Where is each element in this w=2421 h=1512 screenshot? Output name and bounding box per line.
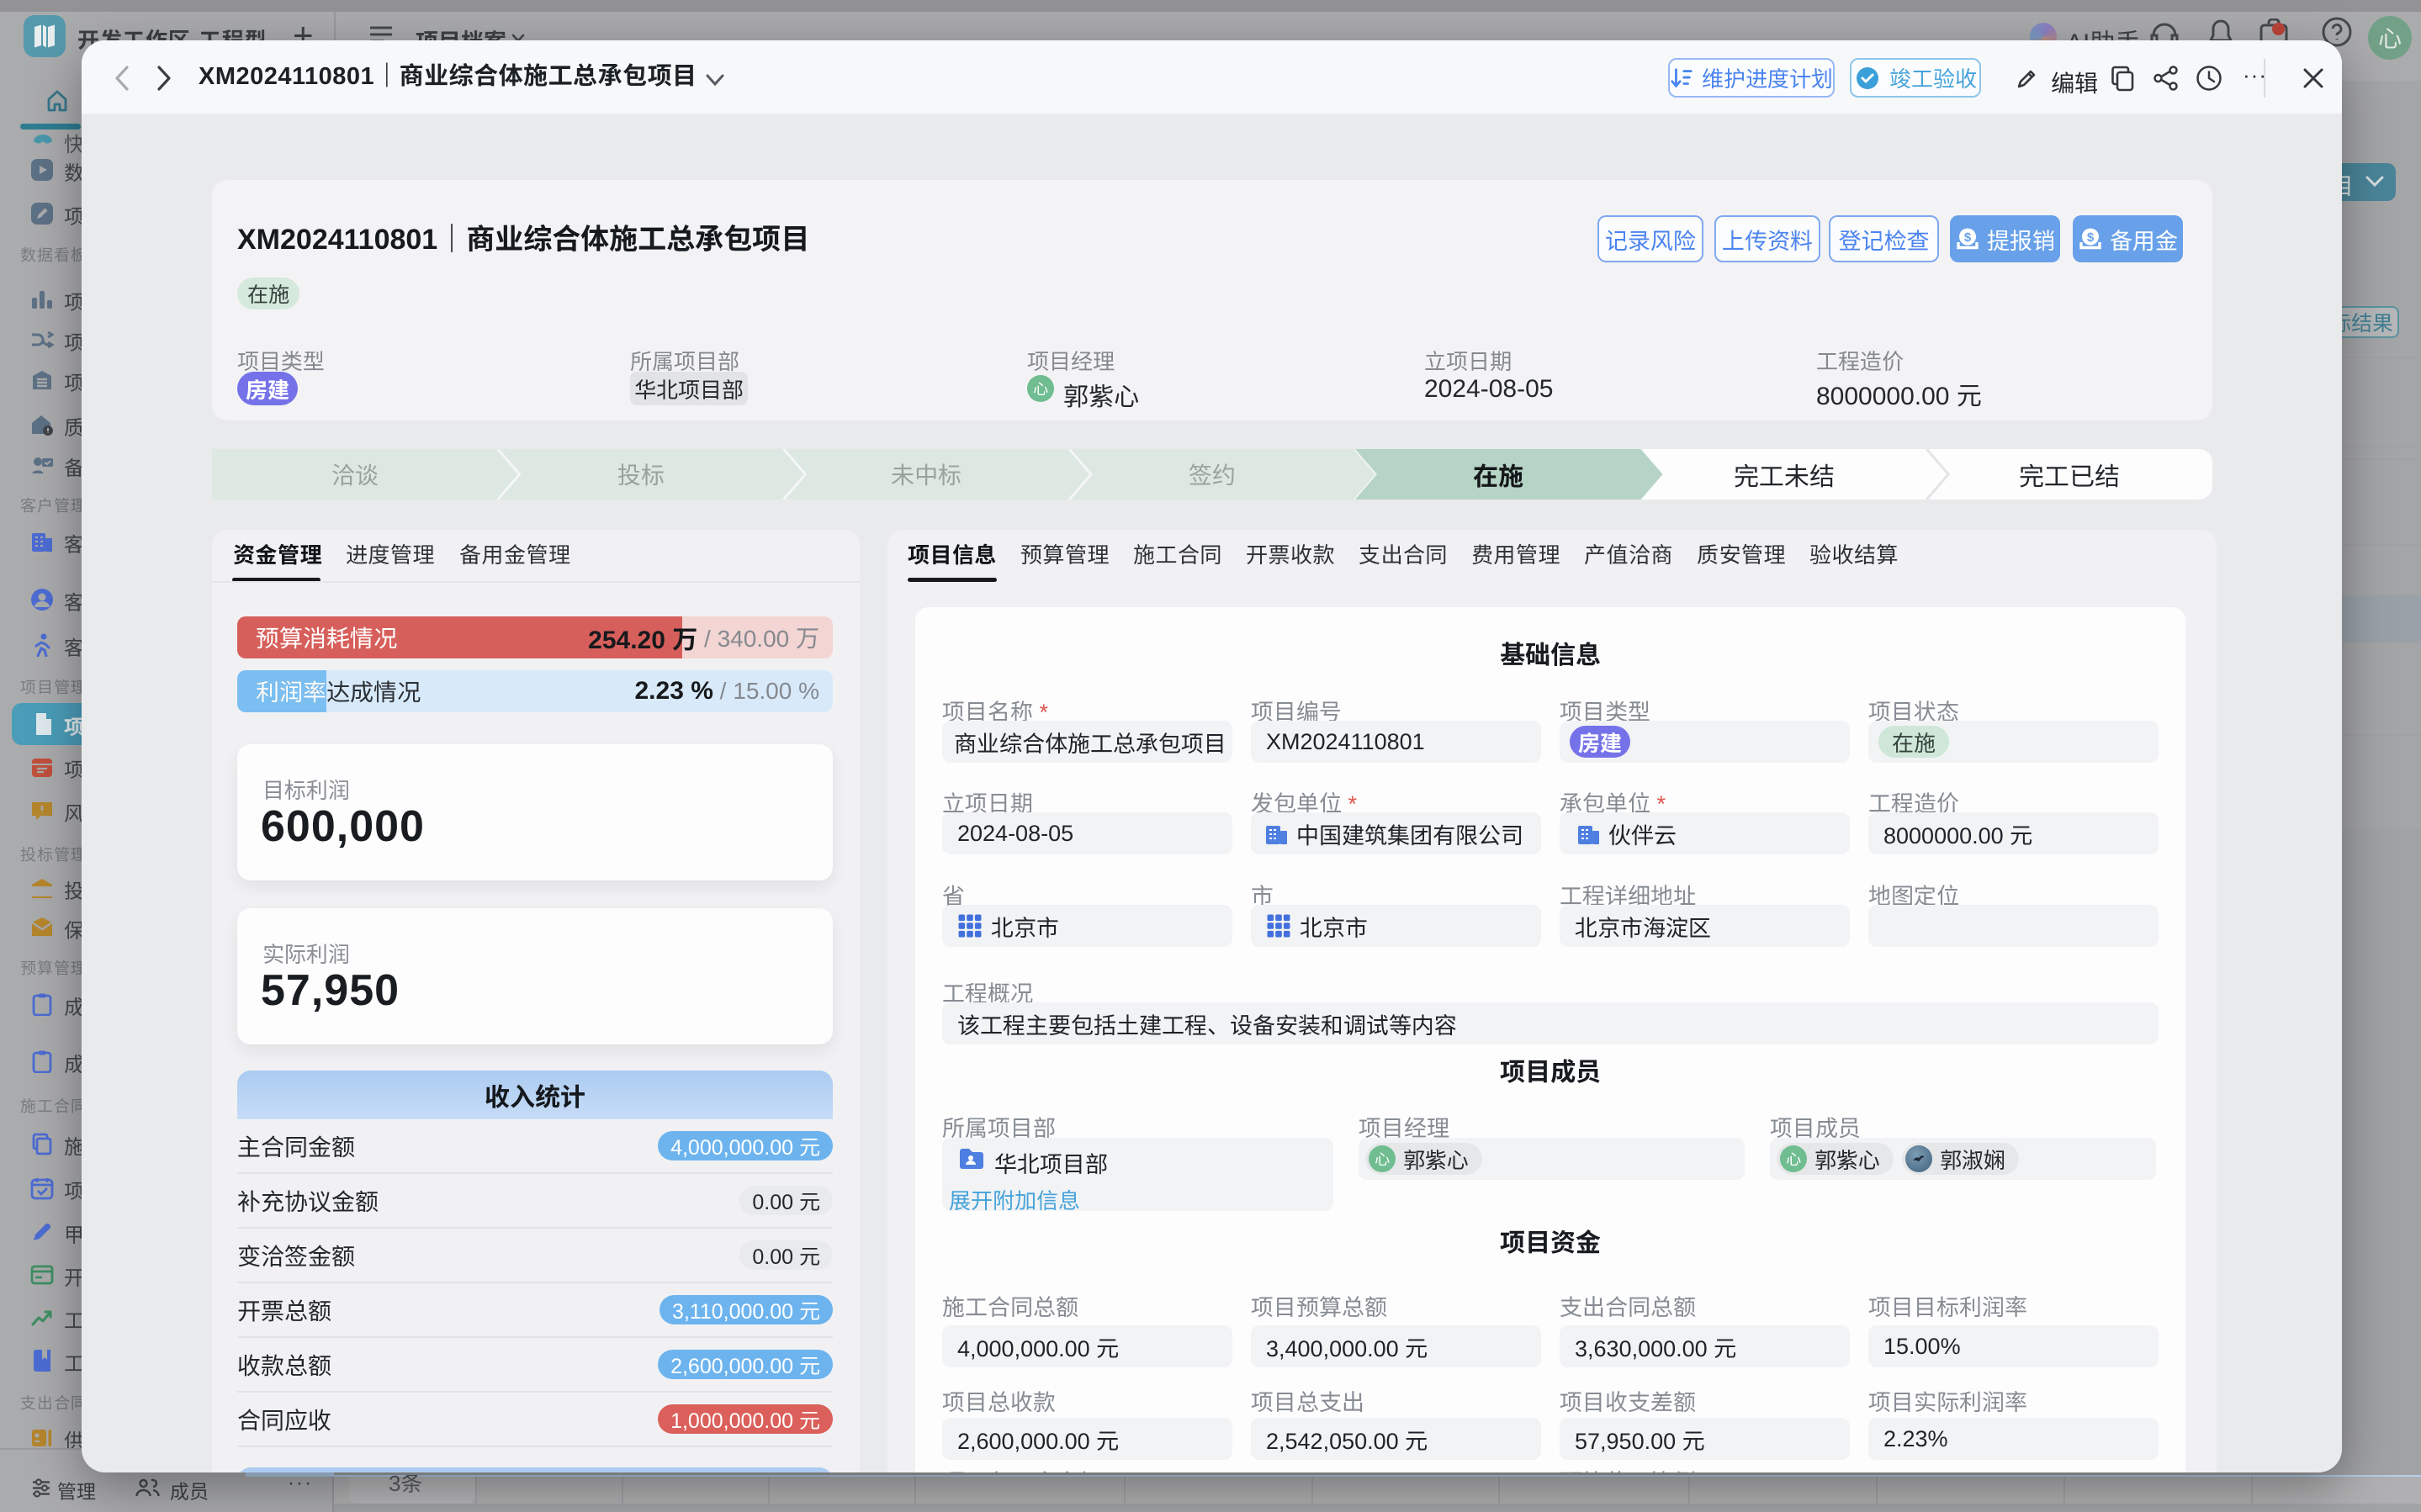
svg-text:$: $ — [2087, 230, 2095, 245]
svg-text:$: $ — [1964, 230, 1972, 245]
